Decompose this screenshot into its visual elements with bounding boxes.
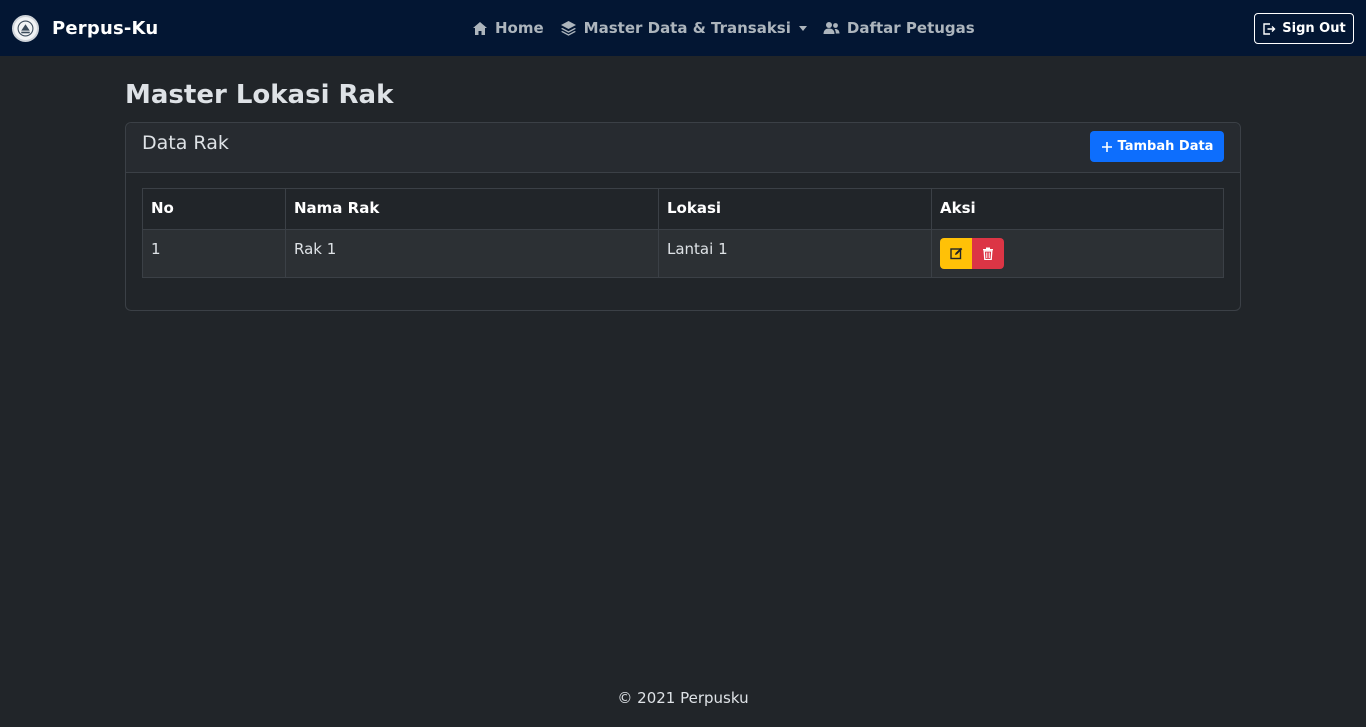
cell-actions	[931, 229, 1224, 278]
edit-icon	[949, 247, 962, 260]
plus-icon	[1101, 141, 1112, 152]
edit-button[interactable]	[940, 238, 972, 269]
data-rak-card: Data Rak Tambah Data No Nama Rak Lokasi …	[125, 122, 1241, 311]
column-header-aksi: Aksi	[931, 188, 1224, 230]
nav-master-data-dropdown[interactable]: Master Data & Transaksi	[560, 19, 807, 37]
brand-name: Perpus-Ku	[52, 17, 159, 39]
add-data-button[interactable]: Tambah Data	[1090, 131, 1224, 162]
cell-nama-rak: Rak 1	[285, 229, 659, 278]
sign-out-label: Sign Out	[1282, 21, 1346, 36]
card-title: Data Rak	[142, 132, 229, 154]
rak-table: No Nama Rak Lokasi Aksi 1 Rak 1 Lantai 1	[142, 188, 1224, 278]
trash-icon	[983, 247, 993, 260]
table-row: 1 Rak 1 Lantai 1	[142, 229, 1224, 278]
nav-master-data-label: Master Data & Transaksi	[583, 19, 791, 37]
chevron-down-icon	[798, 25, 807, 31]
users-icon	[823, 22, 840, 34]
table-header-row: No Nama Rak Lokasi Aksi	[142, 188, 1224, 230]
main-nav: Home Master Data & Transaksi Daftar Petu…	[472, 17, 991, 39]
cell-lokasi: Lantai 1	[658, 229, 932, 278]
add-data-label: Tambah Data	[1117, 139, 1214, 154]
card-header: Data Rak Tambah Data	[126, 123, 1240, 173]
home-icon	[473, 21, 487, 35]
nav-daftar-petugas-label: Daftar Petugas	[846, 19, 975, 37]
delete-button[interactable]	[972, 238, 1004, 269]
library-logo-icon	[12, 14, 39, 42]
page-title: Master Lokasi Rak	[125, 80, 394, 110]
column-header-lokasi: Lokasi	[658, 188, 932, 230]
brand[interactable]: Perpus-Ku	[12, 14, 158, 42]
sign-out-icon	[1263, 22, 1276, 35]
cell-no: 1	[142, 229, 286, 278]
nav-daftar-petugas[interactable]: Daftar Petugas	[823, 19, 975, 37]
column-header-nama-rak: Nama Rak	[285, 188, 659, 230]
action-button-group	[940, 238, 1004, 269]
layers-icon	[560, 21, 576, 36]
footer-copyright: © 2021 Perpusku	[617, 689, 749, 707]
column-header-no: No	[142, 188, 286, 230]
nav-home[interactable]: Home	[472, 19, 544, 37]
nav-home-label: Home	[495, 19, 544, 37]
sign-out-button[interactable]: Sign Out	[1254, 13, 1354, 44]
navbar: Perpus-Ku Home Master Data & Transaksi D…	[0, 0, 1366, 56]
